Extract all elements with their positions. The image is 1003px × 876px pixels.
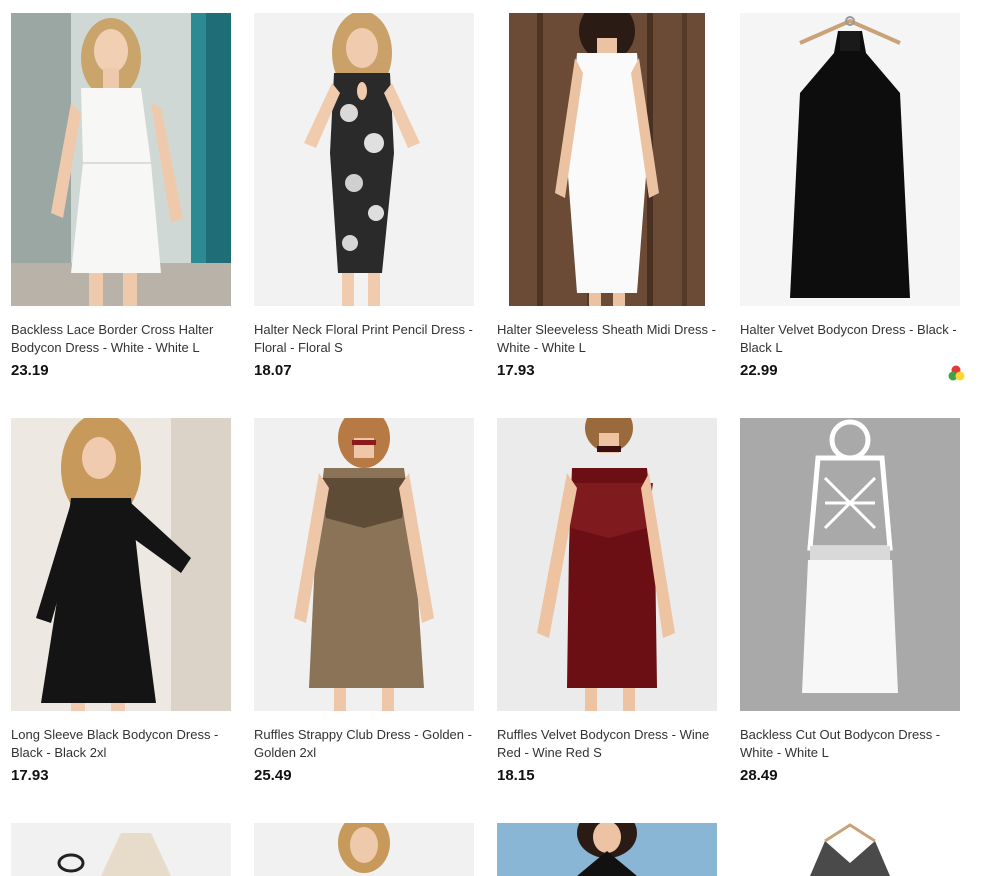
product-card[interactable]: Halter Velvet Bodycon Dress - Black - Bl… bbox=[740, 13, 966, 382]
product-price: 18.15 bbox=[497, 767, 535, 784]
product-title[interactable]: Ruffles Strappy Club Dress - Golden - Go… bbox=[254, 726, 480, 762]
product-card[interactable] bbox=[254, 823, 480, 876]
black-long-sleeve-dress-photo bbox=[11, 418, 231, 711]
product-image[interactable] bbox=[740, 13, 960, 306]
product-card[interactable] bbox=[497, 823, 723, 876]
product-card[interactable] bbox=[740, 823, 966, 876]
white-lace-dress-photo bbox=[11, 13, 231, 306]
product-title[interactable]: Backless Cut Out Bodycon Dress - White -… bbox=[740, 726, 966, 762]
product-image[interactable] bbox=[254, 823, 474, 876]
product-card[interactable]: Ruffles Velvet Bodycon Dress - Wine Red … bbox=[497, 418, 723, 784]
black-velvet-dress-photo bbox=[740, 13, 960, 306]
product-image[interactable] bbox=[497, 418, 717, 711]
wine-red-velvet-dress-photo bbox=[497, 418, 717, 711]
product-card[interactable]: Backless Lace Border Cross Halter Bodyco… bbox=[11, 13, 237, 379]
white-cutout-dress-photo bbox=[740, 418, 960, 711]
product-price: 28.49 bbox=[740, 767, 778, 784]
color-swatch-icon[interactable] bbox=[948, 364, 966, 382]
product-price: 23.19 bbox=[11, 362, 49, 379]
product-title[interactable]: Backless Lace Border Cross Halter Bodyco… bbox=[11, 321, 237, 357]
product-image[interactable] bbox=[11, 13, 231, 306]
product-title[interactable]: Halter Sleeveless Sheath Midi Dress - Wh… bbox=[497, 321, 723, 357]
white-sheath-dress-photo bbox=[497, 13, 717, 306]
product-price: 18.07 bbox=[254, 362, 292, 379]
product-card[interactable]: Ruffles Strappy Club Dress - Golden - Go… bbox=[254, 418, 480, 784]
product-photo-partial bbox=[254, 823, 474, 876]
product-card[interactable] bbox=[11, 823, 237, 876]
product-image[interactable] bbox=[740, 823, 960, 876]
product-title[interactable]: Halter Velvet Bodycon Dress - Black - Bl… bbox=[740, 321, 966, 357]
product-title[interactable]: Ruffles Velvet Bodycon Dress - Wine Red … bbox=[497, 726, 723, 762]
product-card[interactable]: Halter Sleeveless Sheath Midi Dress - Wh… bbox=[497, 13, 723, 379]
golden-ruffle-dress-photo bbox=[254, 418, 474, 711]
product-image[interactable] bbox=[497, 13, 717, 306]
product-card[interactable]: Long Sleeve Black Bodycon Dress - Black … bbox=[11, 418, 237, 784]
product-card[interactable]: Halter Neck Floral Print Pencil Dress - … bbox=[254, 13, 480, 379]
product-photo-partial bbox=[740, 823, 960, 876]
product-title[interactable]: Long Sleeve Black Bodycon Dress - Black … bbox=[11, 726, 237, 762]
product-photo-partial bbox=[11, 823, 231, 876]
product-image[interactable] bbox=[497, 823, 717, 876]
product-image[interactable] bbox=[254, 13, 474, 306]
product-price: 17.93 bbox=[11, 767, 49, 784]
product-grid: Backless Lace Border Cross Halter Bodyco… bbox=[0, 0, 1003, 876]
product-image[interactable] bbox=[11, 418, 231, 711]
product-photo-partial bbox=[497, 823, 717, 876]
product-price: 17.93 bbox=[497, 362, 535, 379]
product-image[interactable] bbox=[11, 823, 231, 876]
product-title[interactable]: Halter Neck Floral Print Pencil Dress - … bbox=[254, 321, 480, 357]
floral-pencil-dress-photo bbox=[254, 13, 474, 306]
product-image[interactable] bbox=[254, 418, 474, 711]
product-price: 25.49 bbox=[254, 767, 292, 784]
product-card[interactable]: Backless Cut Out Bodycon Dress - White -… bbox=[740, 418, 966, 784]
product-image[interactable] bbox=[740, 418, 960, 711]
product-price: 22.99 bbox=[740, 362, 778, 379]
